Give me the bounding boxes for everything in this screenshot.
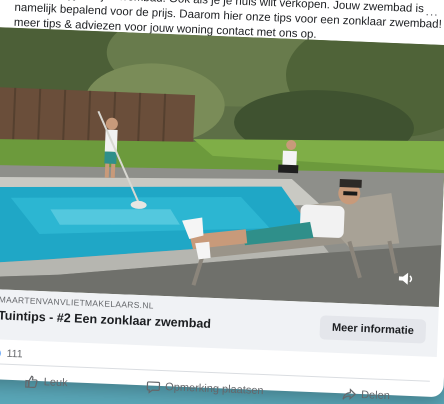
more-options-icon[interactable]: ... — [425, 4, 439, 19]
comment-icon — [146, 381, 160, 394]
like-icon — [25, 375, 38, 388]
volume-icon[interactable] — [398, 271, 415, 286]
share-icon — [342, 388, 357, 400]
link-title[interactable]: Tuintips - #2 Een zonklaar zwembad — [0, 308, 211, 331]
share-button[interactable]: Delen — [332, 383, 401, 404]
like-button[interactable]: Leuk — [14, 370, 78, 395]
like-label: Leuk — [43, 376, 68, 390]
comment-label: Opmerking plaatsen — [164, 381, 264, 398]
more-info-button[interactable]: Meer informatie — [319, 315, 427, 344]
reaction-count: 111 — [6, 347, 23, 361]
facebook-post-card: ...gebruikt jij van je zwembad. Ook als … — [0, 0, 444, 402]
comment-button[interactable]: Opmerking plaatsen — [136, 375, 274, 402]
reactions-summary[interactable]: 111 — [0, 345, 23, 362]
link-domain: MAARTENVANVLIETMAKELAARS.NL — [0, 294, 155, 311]
pool-scene-image — [0, 27, 444, 308]
like-badge-icon — [0, 345, 1, 361]
screen: ...gebruikt jij van je zwembad. Ook als … — [0, 0, 444, 404]
share-label: Delen — [360, 389, 391, 403]
post-video[interactable] — [0, 27, 444, 308]
